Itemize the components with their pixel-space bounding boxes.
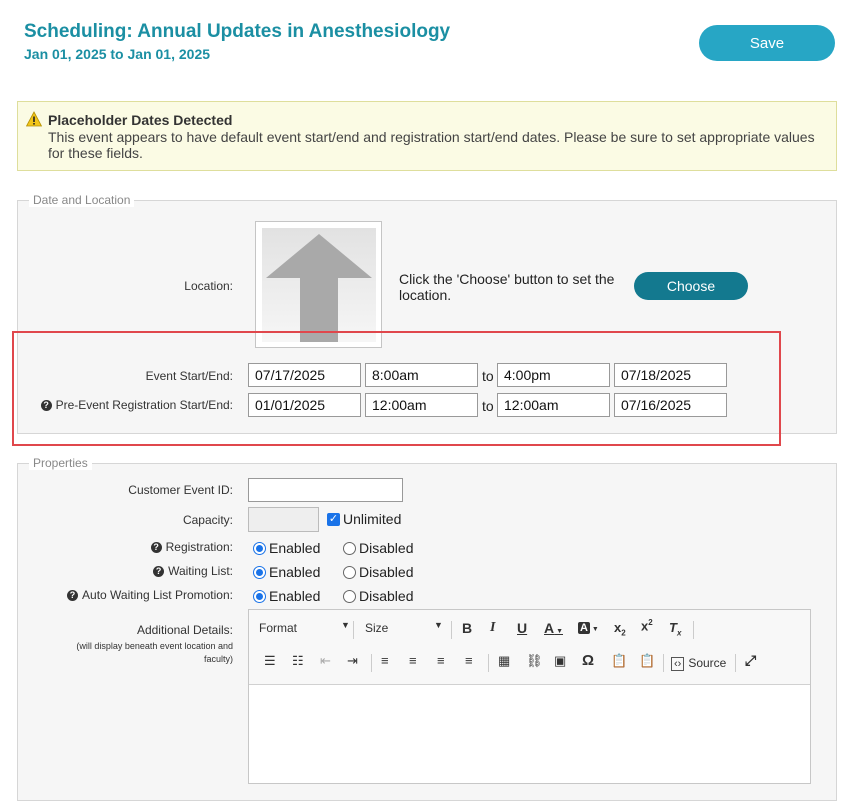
- alert-title: Placeholder Dates Detected: [48, 112, 233, 128]
- align-center-icon[interactable]: ≡: [409, 653, 417, 668]
- bold-icon[interactable]: B: [462, 620, 472, 636]
- choose-location-button[interactable]: Choose: [634, 272, 748, 300]
- special-character-icon[interactable]: Ω: [582, 652, 594, 669]
- help-icon[interactable]: ?: [67, 590, 79, 601]
- additional-details-label: Additional Details:: [136, 623, 233, 637]
- italic-icon[interactable]: I: [490, 620, 495, 636]
- highlight-box: [12, 331, 781, 446]
- waiting-list-disabled-radio[interactable]: Disabled: [343, 564, 413, 580]
- maximize-icon[interactable]: ⤢: [745, 652, 756, 669]
- waiting-list-enabled-radio[interactable]: Enabled: [253, 564, 320, 580]
- alert-text: This event appears to have default event…: [48, 129, 815, 161]
- clear-format-icon[interactable]: Tx: [669, 620, 681, 638]
- rich-text-editor: Format ▼ Size ▼ B I U A ▼ A ▼ x2 x2 Tx ☰ ☷…: [248, 609, 811, 784]
- editor-toolbar: Format ▼ Size ▼ B I U A ▼ A ▼ x2 x2 Tx ☰ ☷…: [249, 610, 810, 685]
- link-icon[interactable]: ⛓: [526, 653, 543, 669]
- save-button[interactable]: Save: [699, 25, 835, 61]
- unlimited-checkbox[interactable]: ✓ Unlimited: [327, 511, 401, 527]
- customer-event-id-input[interactable]: [248, 478, 403, 502]
- size-dropdown[interactable]: Size ▼: [365, 620, 445, 635]
- subscript-icon[interactable]: x2: [614, 620, 626, 638]
- date-location-legend: Date and Location: [29, 193, 135, 207]
- additional-details-note: (will display beneath event location and…: [76, 641, 233, 664]
- numbered-list-icon[interactable]: ☰: [264, 653, 276, 669]
- placeholder-alert: Placeholder Dates Detected This event ap…: [17, 101, 837, 171]
- underline-icon[interactable]: U: [517, 620, 527, 636]
- registration-enabled-radio[interactable]: Enabled: [253, 540, 320, 556]
- justify-icon[interactable]: ≡: [465, 653, 473, 668]
- customer-event-id-label: Customer Event ID:: [128, 483, 233, 497]
- paste-text-icon[interactable]: 📋: [611, 653, 627, 669]
- editor-content-area[interactable]: [249, 686, 810, 783]
- bulleted-list-icon[interactable]: ☷: [292, 653, 304, 669]
- page-subtitle-dates: Jan 01, 2025 to Jan 01, 2025: [24, 46, 211, 62]
- indent-icon[interactable]: ⇥: [347, 653, 358, 669]
- align-left-icon[interactable]: ≡: [381, 653, 389, 668]
- source-icon: ‹›: [671, 657, 685, 671]
- waiting-list-label: ? Waiting List:: [60, 564, 233, 578]
- checkmark-icon: ✓: [327, 512, 340, 526]
- location-message: Click the 'Choose' button to set the loc…: [399, 271, 615, 303]
- text-color-icon[interactable]: A ▼: [544, 620, 563, 636]
- paste-word-icon[interactable]: 📋: [639, 653, 655, 669]
- table-icon[interactable]: ▦: [498, 653, 510, 669]
- registration-label: ? Registration:: [60, 540, 233, 554]
- properties-legend: Properties: [29, 456, 92, 470]
- location-image: [255, 221, 382, 348]
- capacity-input[interactable]: [248, 507, 319, 532]
- align-right-icon[interactable]: ≡: [437, 653, 445, 668]
- auto-promotion-disabled-radio[interactable]: Disabled: [343, 588, 413, 604]
- image-icon[interactable]: ▣: [554, 653, 566, 669]
- location-label: Location:: [184, 279, 233, 293]
- background-color-icon[interactable]: A ▼: [578, 620, 599, 634]
- superscript-icon[interactable]: x2: [641, 618, 653, 633]
- capacity-label: Capacity:: [182, 513, 233, 527]
- warning-icon: [26, 111, 42, 127]
- outdent-icon[interactable]: ⇤: [320, 653, 331, 669]
- page-title: Scheduling: Annual Updates in Anesthesio…: [24, 21, 451, 42]
- auto-promotion-label: ? Auto Waiting List Promotion:: [40, 588, 233, 602]
- format-dropdown[interactable]: Format ▼: [259, 620, 350, 635]
- upload-arrow-icon: [266, 234, 372, 342]
- source-button[interactable]: ‹› Source: [671, 656, 726, 671]
- help-icon[interactable]: ?: [153, 566, 165, 577]
- help-icon[interactable]: ?: [150, 542, 162, 553]
- registration-disabled-radio[interactable]: Disabled: [343, 540, 413, 556]
- auto-promotion-enabled-radio[interactable]: Enabled: [253, 588, 320, 604]
